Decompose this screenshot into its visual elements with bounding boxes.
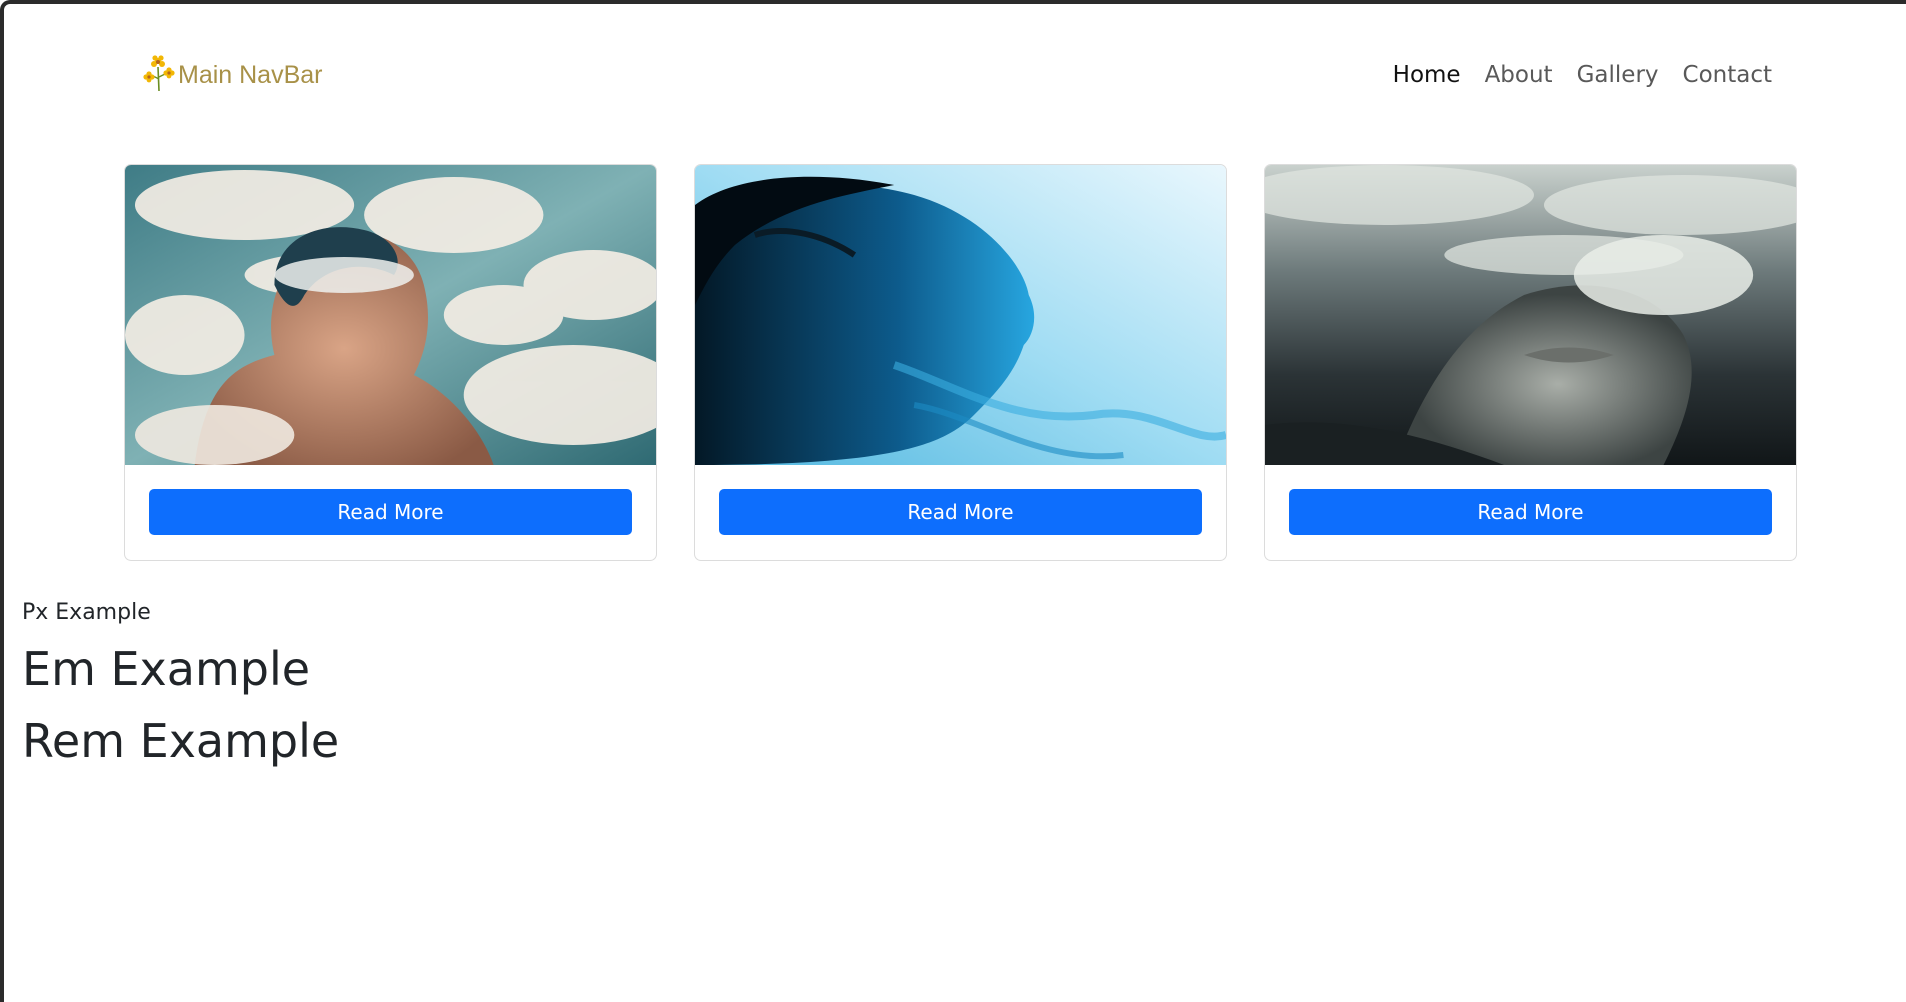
- nav-link-about[interactable]: About: [1485, 62, 1553, 88]
- flower-logo-icon: [142, 53, 176, 98]
- px-example-text: Px Example: [22, 600, 151, 625]
- brand-label: Main NavBar: [178, 60, 323, 89]
- read-more-button[interactable]: Read More: [719, 489, 1202, 535]
- card-body: Read More: [1265, 465, 1796, 560]
- em-example-heading: Em Example: [22, 642, 311, 696]
- card-image-stormy-sky-face: [1265, 165, 1796, 465]
- nav-link-home[interactable]: Home: [1393, 62, 1461, 88]
- card-body: Read More: [125, 465, 656, 560]
- browser-viewport: Main NavBar Home About Gallery Contact R…: [0, 0, 1906, 1002]
- card-body: Read More: [695, 465, 1226, 560]
- read-more-button[interactable]: Read More: [1289, 489, 1772, 535]
- read-more-button[interactable]: Read More: [149, 489, 632, 535]
- nav-link-contact[interactable]: Contact: [1683, 62, 1772, 88]
- card-2: Read More: [694, 164, 1227, 561]
- nav-links: Home About Gallery Contact: [1393, 50, 1772, 100]
- card-3: Read More: [1264, 164, 1797, 561]
- navbar-brand[interactable]: Main NavBar: [142, 50, 323, 100]
- card-1: Read More: [124, 164, 657, 561]
- card-image-blue-smoke-profile: [695, 165, 1226, 465]
- main-navbar: Main NavBar Home About Gallery Contact: [142, 50, 1772, 100]
- card-row: Read More Read More Read More: [124, 164, 1798, 561]
- nav-link-gallery[interactable]: Gallery: [1577, 62, 1659, 88]
- rem-example-heading: Rem Example: [22, 714, 340, 768]
- card-image-clouds-portrait: [125, 165, 656, 465]
